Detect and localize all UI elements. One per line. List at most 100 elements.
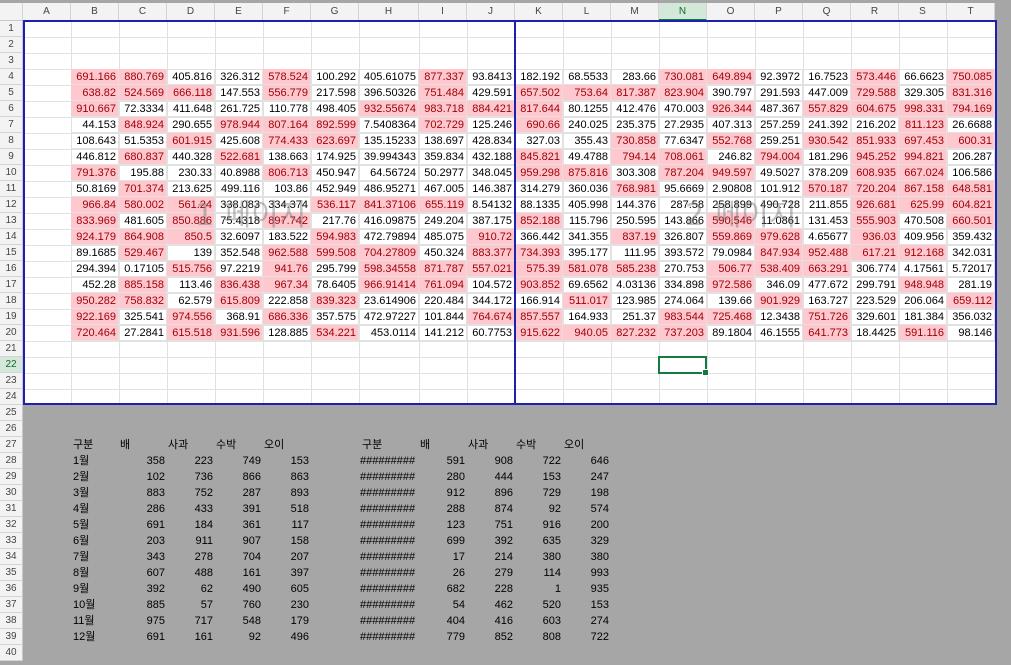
cell-G5[interactable]: 217.598 xyxy=(311,85,359,101)
cell-C13[interactable]: 481.605 xyxy=(119,213,167,229)
cell-F5[interactable]: 556.779 xyxy=(263,85,311,101)
select-all-corner[interactable] xyxy=(0,3,23,21)
cell-F18[interactable]: 222.858 xyxy=(263,293,311,309)
row-header-10[interactable]: 10 xyxy=(0,165,23,181)
cell-D18[interactable]: 62.579 xyxy=(167,293,215,309)
cell-J12[interactable]: 8.54132 xyxy=(467,197,515,213)
cell-Q6[interactable]: 557.829 xyxy=(803,101,851,117)
cell-C15[interactable]: 529.467 xyxy=(119,245,167,261)
cell-B5[interactable]: 638.82 xyxy=(71,85,119,101)
cell-P4[interactable]: 92.3972 xyxy=(755,69,803,85)
cell-K11[interactable]: 314.279 xyxy=(515,181,563,197)
cell-B6[interactable]: 910.667 xyxy=(71,101,119,117)
cell-O6[interactable]: 926.344 xyxy=(707,101,755,117)
cell-E20[interactable]: 931.596 xyxy=(215,325,263,341)
cell-S13[interactable]: 470.508 xyxy=(899,213,947,229)
column-header-L[interactable]: L xyxy=(563,3,611,21)
cell-M8[interactable]: 730.858 xyxy=(611,133,659,149)
cell-P7[interactable]: 257.259 xyxy=(755,117,803,133)
column-header-J[interactable]: J xyxy=(467,3,515,21)
cell-C10[interactable]: 195.88 xyxy=(119,165,167,181)
row-header-6[interactable]: 6 xyxy=(0,101,23,117)
cell-M12[interactable]: 144.376 xyxy=(611,197,659,213)
cell-I20[interactable]: 141.212 xyxy=(419,325,467,341)
cell-N14[interactable]: 326.807 xyxy=(659,229,707,245)
row-header-37[interactable]: 37 xyxy=(0,597,23,613)
row-header-25[interactable]: 25 xyxy=(0,405,23,421)
cell-F9[interactable]: 138.663 xyxy=(263,149,311,165)
cell-S14[interactable]: 409.956 xyxy=(899,229,947,245)
cell-K6[interactable]: 817.644 xyxy=(515,101,563,117)
cell-F12[interactable]: 334.374 xyxy=(263,197,311,213)
cell-G14[interactable]: 594.983 xyxy=(311,229,359,245)
cell-R19[interactable]: 329.601 xyxy=(851,309,899,325)
cell-L6[interactable]: 80.1255 xyxy=(563,101,611,117)
row-header-14[interactable]: 14 xyxy=(0,229,23,245)
cell-Q20[interactable]: 641.773 xyxy=(803,325,851,341)
cell-H13[interactable]: 416.09875 xyxy=(359,213,419,229)
row-header-24[interactable]: 24 xyxy=(0,389,23,405)
cell-N6[interactable]: 470.003 xyxy=(659,101,707,117)
cell-J15[interactable]: 883.377 xyxy=(467,245,515,261)
cell-B19[interactable]: 922.169 xyxy=(71,309,119,325)
cell-S9[interactable]: 994.821 xyxy=(899,149,947,165)
cell-R4[interactable]: 573.446 xyxy=(851,69,899,85)
cell-H11[interactable]: 486.95271 xyxy=(359,181,419,197)
cell-M13[interactable]: 250.595 xyxy=(611,213,659,229)
cell-O9[interactable]: 246.82 xyxy=(707,149,755,165)
cell-T4[interactable]: 750.085 xyxy=(947,69,995,85)
cell-D17[interactable]: 113.46 xyxy=(167,277,215,293)
cell-R8[interactable]: 851.933 xyxy=(851,133,899,149)
cell-J20[interactable]: 60.7753 xyxy=(467,325,515,341)
cell-M10[interactable]: 303.308 xyxy=(611,165,659,181)
cell-M9[interactable]: 794.14 xyxy=(611,149,659,165)
cell-Q18[interactable]: 163.727 xyxy=(803,293,851,309)
column-header-R[interactable]: R xyxy=(851,3,899,21)
cell-Q10[interactable]: 378.209 xyxy=(803,165,851,181)
cell-C5[interactable]: 524.569 xyxy=(119,85,167,101)
cell-C9[interactable]: 680.837 xyxy=(119,149,167,165)
column-header-H[interactable]: H xyxy=(359,3,419,21)
cell-P11[interactable]: 101.912 xyxy=(755,181,803,197)
cell-B7[interactable]: 44.153 xyxy=(71,117,119,133)
cell-M20[interactable]: 827.232 xyxy=(611,325,659,341)
cell-S18[interactable]: 206.064 xyxy=(899,293,947,309)
cell-R6[interactable]: 604.675 xyxy=(851,101,899,117)
cell-Q15[interactable]: 952.488 xyxy=(803,245,851,261)
cell-K18[interactable]: 166.914 xyxy=(515,293,563,309)
cell-I12[interactable]: 655.119 xyxy=(419,197,467,213)
cell-R5[interactable]: 729.588 xyxy=(851,85,899,101)
cell-N11[interactable]: 95.6669 xyxy=(659,181,707,197)
cell-K19[interactable]: 857.557 xyxy=(515,309,563,325)
column-header-P[interactable]: P xyxy=(755,3,803,21)
cell-J10[interactable]: 348.045 xyxy=(467,165,515,181)
cell-E6[interactable]: 261.725 xyxy=(215,101,263,117)
cell-R11[interactable]: 720.204 xyxy=(851,181,899,197)
cell-G10[interactable]: 450.947 xyxy=(311,165,359,181)
cell-L19[interactable]: 164.933 xyxy=(563,309,611,325)
cell-T19[interactable]: 356.032 xyxy=(947,309,995,325)
cell-J19[interactable]: 764.674 xyxy=(467,309,515,325)
row-header-21[interactable]: 21 xyxy=(0,341,23,357)
cell-F15[interactable]: 962.588 xyxy=(263,245,311,261)
cell-F4[interactable]: 578.524 xyxy=(263,69,311,85)
row-header-19[interactable]: 19 xyxy=(0,309,23,325)
row-header-17[interactable]: 17 xyxy=(0,277,23,293)
cell-C19[interactable]: 325.541 xyxy=(119,309,167,325)
cell-G17[interactable]: 78.6405 xyxy=(311,277,359,293)
cell-L10[interactable]: 875.816 xyxy=(563,165,611,181)
cell-D16[interactable]: 515.756 xyxy=(167,261,215,277)
row-header-28[interactable]: 28 xyxy=(0,453,23,469)
cell-F14[interactable]: 183.522 xyxy=(263,229,311,245)
cell-C18[interactable]: 758.832 xyxy=(119,293,167,309)
cell-L14[interactable]: 341.355 xyxy=(563,229,611,245)
cell-C8[interactable]: 51.5353 xyxy=(119,133,167,149)
cell-I10[interactable]: 50.2977 xyxy=(419,165,467,181)
cell-N16[interactable]: 270.753 xyxy=(659,261,707,277)
cell-K15[interactable]: 734.393 xyxy=(515,245,563,261)
cell-F13[interactable]: 897.742 xyxy=(263,213,311,229)
row-header-15[interactable]: 15 xyxy=(0,245,23,261)
cell-T16[interactable]: 5.72017 xyxy=(947,261,995,277)
cell-P17[interactable]: 346.09 xyxy=(755,277,803,293)
cell-N4[interactable]: 730.081 xyxy=(659,69,707,85)
